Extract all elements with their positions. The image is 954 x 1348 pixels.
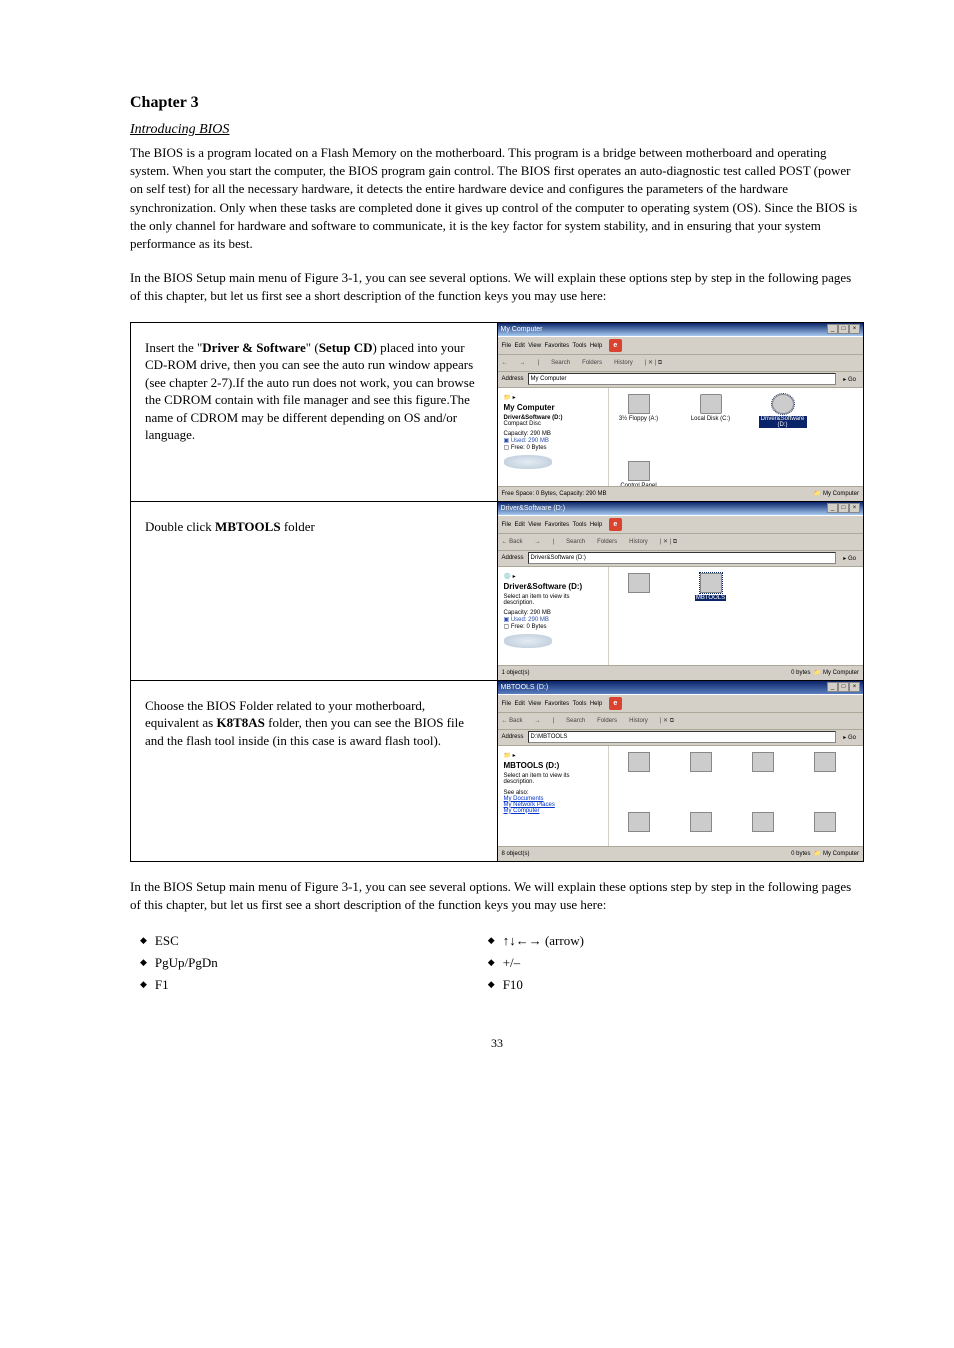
back-button: ← Back — [502, 718, 523, 724]
screenshot-window: MBTOOLS (D:) _□× File Edit View Favorite… — [498, 681, 864, 861]
window-title: Driver&Software (D:) — [501, 505, 566, 512]
step1-screenshot: My Computer _□× File Edit View Favorites… — [497, 322, 864, 501]
list-item: ESC — [140, 930, 218, 952]
screenshot-window: My Computer _□× File Edit View Favorites… — [498, 323, 864, 501]
address-field: D:\MBTOOLS — [528, 731, 837, 743]
list-item: +/– — [488, 952, 584, 974]
icon-area[interactable]: 3½ Floppy (A:) Local Disk (C:) Driver&So… — [609, 388, 864, 501]
minimize-icon: _ — [827, 324, 838, 334]
folder-icon — [801, 752, 849, 774]
close-icon: × — [849, 324, 860, 334]
info-pane: 💿 ▸ Driver&Software (D:) Select an item … — [498, 567, 609, 680]
history-button: History — [614, 360, 633, 366]
folder-icon — [677, 812, 725, 834]
folders-button: Folders — [582, 360, 602, 366]
maximize-icon: □ — [838, 324, 849, 334]
icon-area[interactable] — [609, 746, 864, 861]
function-keys-list: ESC PgUp/PgDn F1 ↑↓←→ (arrow) +/– F10 — [140, 930, 864, 996]
window-buttons[interactable]: _□× — [827, 503, 860, 513]
toolbar[interactable]: ←→| Search Folders History | ✕ | ⧉ — [498, 355, 864, 372]
window-buttons[interactable]: _□× — [827, 682, 860, 692]
address-field: Driver&Software (D:) — [528, 552, 837, 564]
info-pane: 📁 ▸ MBTOOLS (D:) Select an item to view … — [498, 746, 609, 861]
section-title: Introducing BIOS — [130, 122, 864, 138]
icon-area[interactable]: MBTOOLS — [609, 567, 864, 680]
folder-icon — [739, 812, 787, 834]
search-button: Search — [551, 360, 570, 366]
cdrom-drive-icon: Driver&Software (D:) — [759, 394, 807, 428]
window-buttons[interactable]: _□× — [827, 324, 860, 334]
brand-icon: e — [609, 339, 622, 352]
back-button: ← Back — [502, 539, 523, 545]
menubar[interactable]: File Edit View Favorites Tools Help e — [498, 336, 864, 355]
menubar[interactable]: File Edit View Favorites Tools Help e — [498, 694, 864, 713]
list-item: PgUp/PgDn — [140, 952, 218, 974]
go-button: ▸ Go — [840, 555, 859, 562]
folder-icon — [615, 752, 663, 774]
disk-usage-icon — [504, 455, 552, 469]
list-item: F1 — [140, 974, 218, 996]
info-pane: 📁 ▸ My Computer Driver&Software (D:) Com… — [498, 388, 609, 501]
page-number: 33 — [130, 1036, 864, 1051]
go-button: ▸ Go — [840, 734, 859, 741]
step2-screenshot: Driver&Software (D:) _□× File Edit View … — [497, 501, 864, 680]
forward-button: → — [520, 360, 526, 366]
window-title: My Computer — [501, 326, 543, 333]
address-bar[interactable]: Address My Computer ▸ Go — [498, 372, 864, 388]
folder-icon — [615, 573, 663, 595]
go-button: ▸ Go — [840, 376, 859, 383]
intro-paragraph-1: The BIOS is a program located on a Flash… — [130, 144, 864, 253]
address-field: My Computer — [528, 373, 837, 385]
folder-icon — [801, 812, 849, 834]
window-title: MBTOOLS (D:) — [501, 684, 549, 691]
folder-icon — [677, 752, 725, 774]
control-panel-icon: Control Panel — [615, 461, 663, 489]
toolbar[interactable]: ← Back→| Search Folders History | ✕ ⧉ — [498, 713, 864, 730]
step3-screenshot: MBTOOLS (D:) _□× File Edit View Favorite… — [497, 680, 864, 861]
status-bar: Free Space: 0 Bytes, Capacity: 290 MB 📁 … — [498, 486, 864, 501]
menubar[interactable]: File Edit View Favorites Tools Help e — [498, 515, 864, 534]
intro-paragraph-2: In the BIOS Setup main menu of Figure 3-… — [130, 269, 864, 305]
folder-icon — [615, 812, 663, 834]
chapter-heading: Chapter 3 — [130, 94, 864, 112]
list-item: F10 — [488, 974, 584, 996]
disk-usage-icon — [504, 634, 552, 648]
screenshot-table: Insert the "Driver & Software" (Setup CD… — [130, 322, 864, 862]
status-bar: 1 object(s) 0 bytes 📁 My Computer — [498, 665, 864, 680]
back-button: ← — [502, 360, 508, 366]
brand-icon: e — [609, 697, 622, 710]
mbtools-folder-icon: MBTOOLS — [687, 573, 735, 601]
folder-icon — [739, 752, 787, 774]
function-keys-intro: In the BIOS Setup main menu of Figure 3-… — [130, 878, 864, 914]
step2-text: Double click MBTOOLS folder — [131, 501, 498, 680]
floppy-drive-icon: 3½ Floppy (A:) — [615, 394, 663, 422]
brand-icon: e — [609, 518, 622, 531]
step1-text: Insert the "Driver & Software" (Setup CD… — [131, 322, 498, 501]
step3-text: Choose the BIOS Folder related to your m… — [131, 680, 498, 861]
address-bar[interactable]: Address D:\MBTOOLS ▸ Go — [498, 730, 864, 746]
toolbar[interactable]: ← Back→| Search Folders History | ✕ | ⧉ — [498, 534, 864, 551]
local-disk-icon: Local Disk (C:) — [687, 394, 735, 422]
list-item: ↑↓←→ (arrow) — [488, 930, 584, 952]
status-bar: 8 object(s) 0 bytes 📁 My Computer — [498, 846, 864, 861]
address-bar[interactable]: Address Driver&Software (D:) ▸ Go — [498, 551, 864, 567]
screenshot-window: Driver&Software (D:) _□× File Edit View … — [498, 502, 864, 680]
